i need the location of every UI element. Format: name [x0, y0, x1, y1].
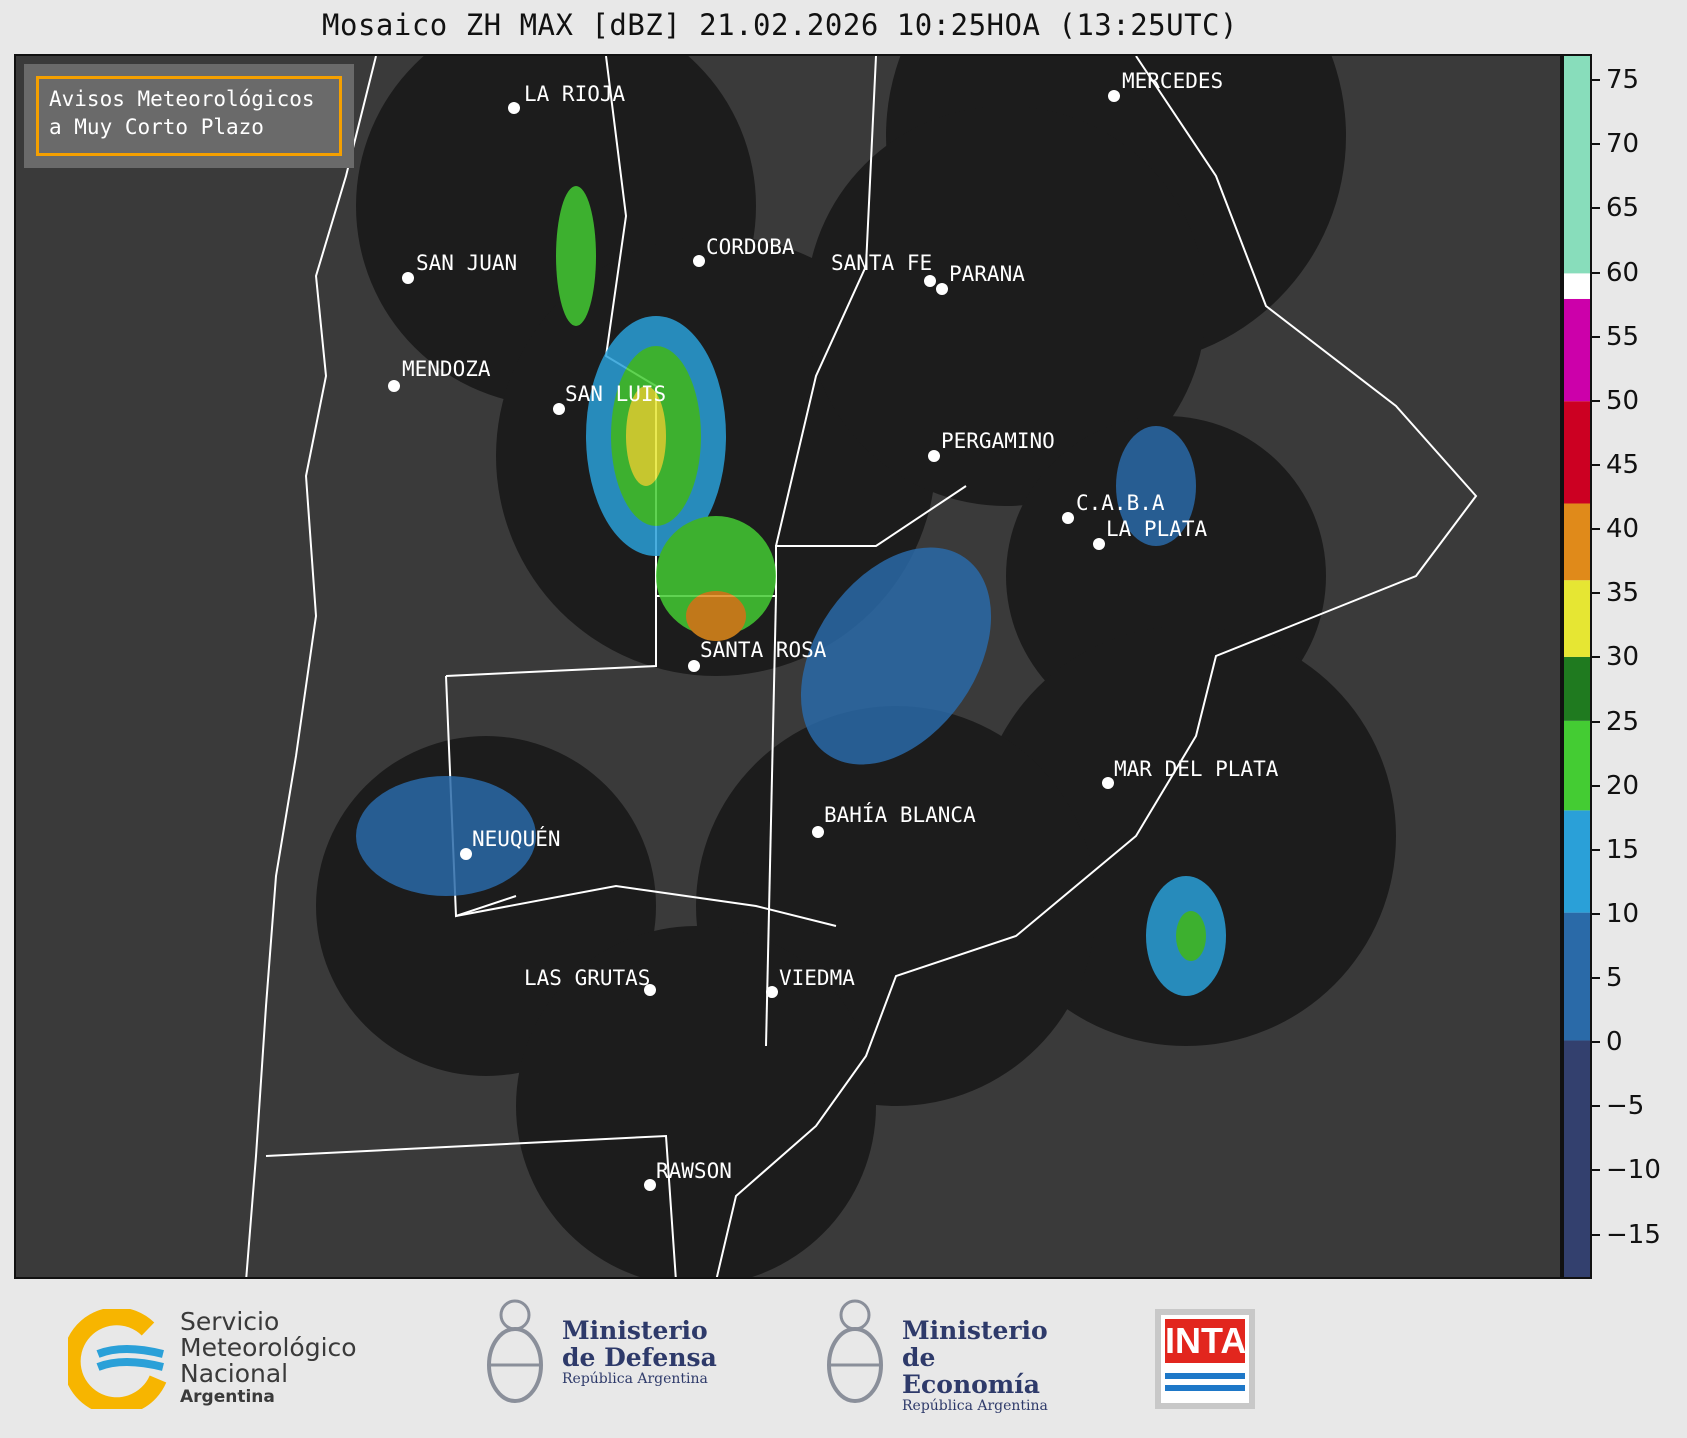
colorbar-tick: 75: [1592, 65, 1639, 95]
colorbar-band: [1564, 56, 1590, 274]
city-label: NEUQUÉN: [472, 826, 561, 851]
city-label: MERCEDES: [1122, 69, 1223, 93]
colorbar-tick-label: 25: [1606, 706, 1640, 737]
notice-line1: Avisos Meteorológicos: [49, 87, 315, 111]
defensa-line3: República Argentina: [562, 1371, 708, 1387]
city-label: SANTA ROSA: [700, 638, 827, 662]
city-label: PERGAMINO: [941, 429, 1055, 453]
colorbar-tick-label: 45: [1606, 449, 1640, 480]
colorbar-tick-label: 70: [1606, 129, 1640, 160]
colorbar-tick-label: 40: [1606, 514, 1640, 545]
colorbar-tick: 55: [1592, 322, 1639, 352]
defensa-line2: de Defensa: [562, 1343, 717, 1372]
footer-logos: Servicio Meteorológico Nacional Argentin…: [0, 1279, 1687, 1438]
city-label: SAN LUIS: [565, 382, 666, 406]
city-label: MAR DEL PLATA: [1114, 757, 1279, 781]
colorbar-tick-label: 15: [1606, 834, 1640, 865]
colorbar-band: [1564, 503, 1590, 581]
colorbar-tick-label: −10: [1606, 1155, 1661, 1186]
colorbar-tick-label: −15: [1606, 1219, 1661, 1250]
colorbar-band: [1564, 656, 1590, 721]
colorbar-tick: 30: [1592, 642, 1639, 672]
colorbar-tick: 65: [1592, 193, 1639, 223]
colorbar-band: [1564, 810, 1590, 913]
colorbar-tick: 40: [1592, 514, 1639, 544]
colorbar-tick-label: 5: [1606, 963, 1623, 994]
colorbar-tick: 20: [1592, 771, 1639, 801]
map-canvas: LA RIOJA CORDOBA SAN JUAN SANTA FE PARAN…: [245, 56, 1478, 1277]
city-label: SAN JUAN: [416, 251, 517, 275]
colorbar-tick-label: 55: [1606, 321, 1640, 352]
colorbar-tick: 15: [1592, 835, 1639, 865]
colorbar-tick-label: 10: [1606, 898, 1640, 929]
economia-line3: República Argentina: [902, 1398, 1048, 1414]
city-label: LAS GRUTAS: [524, 966, 650, 990]
city-label: MENDOZA: [402, 357, 491, 381]
smn-logo: Servicio Meteorológico Nacional Argentin…: [68, 1309, 408, 1409]
smn-line2: Meteorológico: [180, 1333, 357, 1362]
city-label: PARANA: [949, 262, 1025, 286]
smn-line4: Argentina: [180, 1387, 275, 1407]
economia-logo: Ministerio de Economía República Argenti…: [820, 1295, 1080, 1415]
city-label: VIEDMA: [779, 966, 855, 990]
notice-line2: a Muy Corto Plazo: [49, 115, 264, 139]
colorbar-band: [1564, 720, 1590, 811]
city-label: C.A.B.A: [1076, 491, 1165, 515]
colorbar: [1562, 54, 1592, 1279]
colorbar-tick: 45: [1592, 450, 1639, 480]
colorbar-band: [1564, 298, 1590, 402]
colorbar-tick: 70: [1592, 129, 1639, 159]
colorbar-tick: 50: [1592, 386, 1639, 416]
colorbar-band: [1564, 273, 1590, 299]
colorbar-tick: −5: [1592, 1091, 1644, 1121]
coat-of-arms-icon: [827, 1299, 883, 1403]
colorbar-tick: −15: [1592, 1220, 1661, 1250]
colorbar-tick-label: 0: [1606, 1027, 1623, 1058]
border-line: [245, 56, 377, 1277]
smn-icon: [68, 1309, 167, 1409]
colorbar-gradient: [1564, 56, 1590, 1277]
smn-line3: Nacional: [180, 1359, 289, 1388]
colorbar-tick: 5: [1592, 963, 1623, 993]
economia-line1: Ministerio: [902, 1316, 1048, 1345]
inta-logo: INTA: [1155, 1309, 1255, 1409]
city-label: SANTA FE: [831, 251, 932, 275]
colorbar-tick-label: 65: [1606, 193, 1640, 224]
colorbar-tick: 0: [1592, 1027, 1623, 1057]
colorbar-band: [1564, 401, 1590, 504]
city-label: LA PLATA: [1106, 517, 1208, 541]
map-title: Mosaico ZH MAX [dBZ] 21.02.2026 10:25HOA…: [322, 8, 1238, 42]
radar-map[interactable]: LA RIOJA CORDOBA SAN JUAN SANTA FE PARAN…: [14, 54, 1562, 1279]
colorbar-tick: 35: [1592, 578, 1639, 608]
city-label: RAWSON: [656, 1159, 732, 1183]
colorbar-ticks: 75 70 65 60 55 50 45 40 35 30 25 20 15 10 5 0 −5 −10 −15: [1592, 54, 1687, 1279]
economia-line2: de Economía: [902, 1343, 1040, 1399]
notice-box: Avisos Meteorológicos a Muy Corto Plazo: [24, 64, 354, 168]
colorbar-tick-label: 50: [1606, 385, 1640, 416]
colorbar-tick-label: 35: [1606, 578, 1640, 609]
colorbar-tick: −10: [1592, 1155, 1661, 1185]
smn-line1: Servicio: [180, 1307, 280, 1336]
defensa-logo: Ministerio de Defensa República Argentin…: [480, 1295, 740, 1415]
colorbar-tick: 10: [1592, 899, 1639, 929]
colorbar-tick-label: 60: [1606, 257, 1640, 288]
colorbar-tick-label: 20: [1606, 770, 1640, 801]
notice-frame: Avisos Meteorológicos a Muy Corto Plazo: [36, 76, 342, 156]
coat-of-arms-icon: [487, 1299, 543, 1403]
colorbar-tick: 60: [1592, 258, 1639, 288]
colorbar-band: [1564, 580, 1590, 657]
colorbar-tick: 25: [1592, 707, 1639, 737]
colorbar-band: [1564, 1040, 1590, 1277]
colorbar-tick-label: −5: [1606, 1091, 1645, 1122]
defensa-line1: Ministerio: [562, 1316, 708, 1345]
city-label: LA RIOJA: [524, 82, 626, 106]
city-label: CORDOBA: [706, 235, 795, 259]
inta-label: INTA: [1165, 1319, 1247, 1363]
city-label: BAHÍA BLANCA: [824, 802, 976, 827]
colorbar-tick-label: 75: [1606, 65, 1640, 96]
colorbar-tick-label: 30: [1606, 642, 1640, 673]
colorbar-band: [1564, 912, 1590, 1041]
